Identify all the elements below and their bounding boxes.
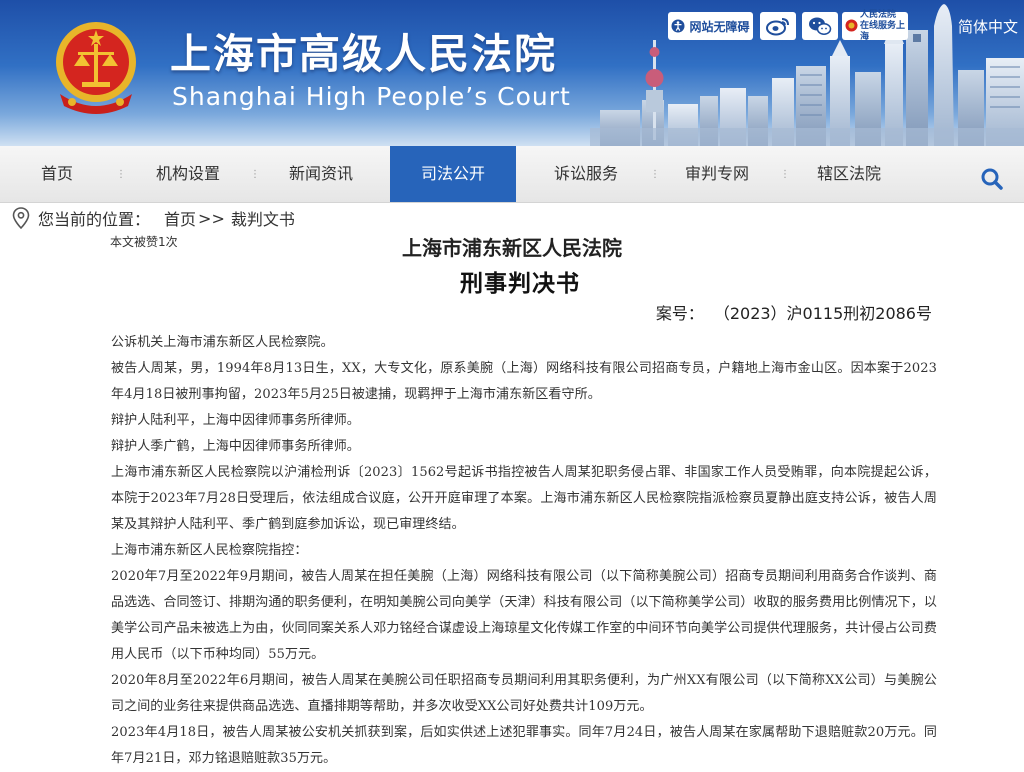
nav-item-litigation-service[interactable]: 诉讼服务 (524, 146, 648, 202)
breadcrumb-current[interactable]: 裁判文书 (231, 206, 295, 230)
nav-item-trial-network[interactable]: 审判专网 (658, 146, 776, 202)
weibo-icon (766, 18, 789, 36)
search-icon[interactable] (978, 165, 1006, 193)
document-paragraph: 2023年4月18日，被告人周某被公安机关抓获到案，后如实供述上述犯罪事实。同年… (111, 725, 937, 766)
document-paragraph: 公诉机关上海市浦东新区人民检察院。 (111, 335, 334, 350)
nav-item-news[interactable]: 新闻资讯 (262, 146, 380, 202)
breadcrumb-separator: >> (198, 208, 225, 228)
court-name-cn: 上海市高级人民法院 (170, 30, 557, 78)
nav-separator: ⋮ (116, 169, 126, 180)
accessibility-icon (671, 19, 685, 33)
case-number-value: （2023）沪0115刑初2086号 (721, 304, 932, 323)
main-nav: 首页 ⋮ 机构设置 ⋮ 新闻资讯 司法公开 诉讼服务 ⋮ 审判专网 ⋮ 辖区法院 (0, 146, 1024, 203)
online-service-line2: 在线服务上海 (860, 20, 906, 42)
weibo-button[interactable] (760, 12, 796, 40)
document-paragraph: 辩护人季广鹤，上海中因律师事务所律师。 (111, 439, 360, 454)
online-service-line1: 人民法院 (860, 9, 897, 20)
case-number-label: 案号： (655, 304, 704, 323)
nav-item-home[interactable]: 首页 (0, 146, 114, 202)
document-paragraph: 2020年7月至2022年9月期间，被告人周某在担任美腕（上海）网络科技有限公司… (111, 569, 937, 662)
location-pin-icon (12, 207, 30, 229)
wechat-button[interactable] (802, 12, 838, 40)
document-court-title: 上海市浦东新区人民法院 (402, 236, 622, 260)
document-paragraph: 2020年8月至2022年6月期间，被告人周某在美腕公司任职招商专员期间利用其职… (111, 673, 937, 714)
document-paragraph: 辩护人陆利平，上海中因律师事务所律师。 (111, 413, 360, 428)
accessibility-button[interactable]: 网站无障碍 (668, 12, 753, 40)
breadcrumb: 您当前的位置： 首页 >> 裁判文书 (12, 206, 295, 230)
document-paragraph: 上海市浦东新区人民检察院指控： (111, 543, 308, 558)
nav-separator: ⋮ (780, 169, 790, 180)
document-body: 公诉机关上海市浦东新区人民检察院。 被告人周某，男，1994年8月13日生，XX… (111, 330, 937, 772)
nav-item-judicial-openness[interactable]: 司法公开 (390, 146, 516, 202)
court-emblem-icon (56, 22, 136, 114)
accessibility-label: 网站无障碍 (689, 19, 750, 34)
document-paragraph: 上海市浦东新区人民检察院以沪浦检刑诉〔2023〕1562号起诉书指控被告人周某犯… (111, 465, 937, 532)
document-type-title: 刑事判决书 (460, 271, 580, 297)
court-name-en: Shanghai High People’s Court (172, 82, 571, 111)
nav-item-organization[interactable]: 机构设置 (130, 146, 246, 202)
breadcrumb-prefix: 您当前的位置： (38, 210, 151, 229)
online-service-button[interactable]: 人民法院 在线服务上海 (842, 9, 908, 42)
breadcrumb-home-link[interactable]: 首页 (164, 206, 196, 230)
header-banner: 上海市高级人民法院 Shanghai High People’s Court 网… (0, 0, 1024, 146)
nav-item-district-courts[interactable]: 辖区法院 (788, 146, 910, 202)
wechat-icon (809, 17, 832, 35)
language-switch[interactable]: 简体中文 (958, 16, 1018, 37)
nav-separator: ⋮ (650, 169, 660, 180)
court-badge-icon (845, 19, 858, 32)
document-paragraph: 被告人周某，男，1994年8月13日生，XX，大专文化，原系美腕（上海）网络科技… (111, 361, 937, 402)
case-number: 案号： （2023）沪0115刑初2086号 (656, 300, 932, 324)
nav-separator: ⋮ (250, 169, 260, 180)
